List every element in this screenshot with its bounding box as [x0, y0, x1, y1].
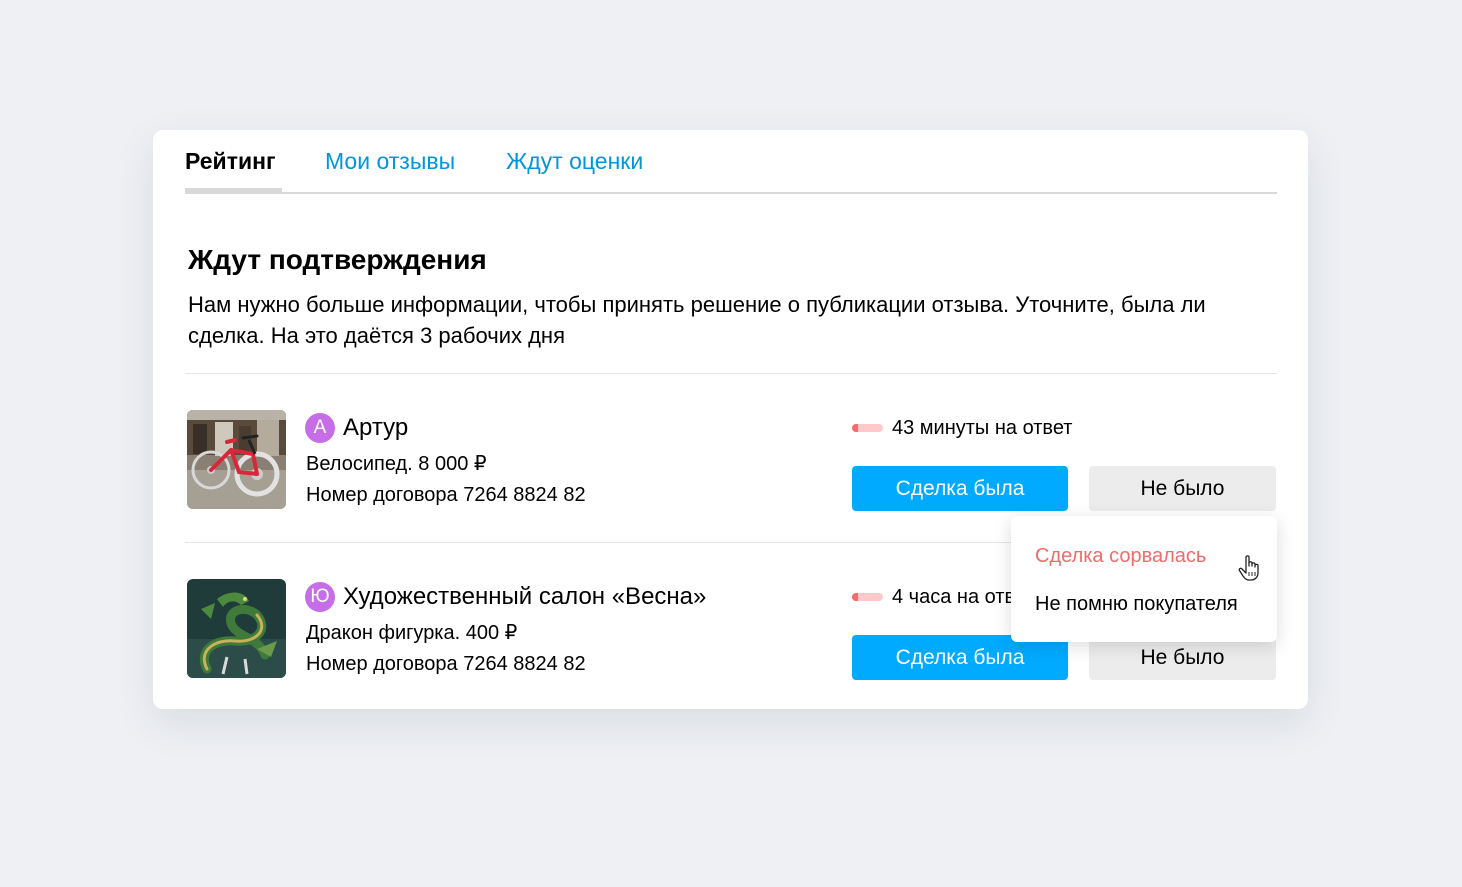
time-left-text: 43 минуты на ответ [892, 417, 1073, 439]
item-title-price: Дракон фигурка. 400 ₽ [306, 622, 518, 644]
contract-number: Номер договора 7264 8824 82 [306, 653, 586, 675]
reviews-card: Рейтинг Мои отзывы Ждут оценки Ждут подт… [153, 130, 1308, 709]
tab-my-reviews[interactable]: Мои отзывы [325, 148, 455, 174]
seller-name[interactable]: Художественный салон «Весна» [343, 582, 706, 612]
bicycle-image[interactable] [187, 410, 286, 509]
time-left-bar [852, 593, 883, 601]
deal-row: А Артур Велосипед. 8 000 ₽ Номер договор… [153, 410, 1308, 511]
seller-name[interactable]: Артур [343, 413, 408, 443]
section-title: Ждут подтверждения [188, 244, 487, 275]
time-left-fill [852, 593, 859, 601]
time-left-fill [852, 424, 859, 432]
active-tab-indicator [185, 188, 282, 192]
deal-not-happened-button[interactable]: Не было [1089, 466, 1276, 511]
tab-rating[interactable]: Рейтинг [185, 148, 276, 174]
seller-avatar: А [305, 413, 335, 443]
not-happened-menu: Сделка сорвалась Не помню покупателя [1011, 516, 1277, 642]
hand-pointer-cursor-icon [1238, 555, 1259, 581]
menu-item-deal-failed[interactable]: Сделка сорвалась [1035, 543, 1206, 569]
seller-avatar: Ю [305, 582, 335, 612]
contract-number: Номер договора 7264 8824 82 [306, 484, 586, 506]
deal-confirmed-button[interactable]: Сделка была [852, 466, 1068, 511]
menu-item-dont-remember-buyer[interactable]: Не помню покупателя [1035, 591, 1238, 617]
item-title-price: Велосипед. 8 000 ₽ [306, 453, 487, 475]
time-left-bar [852, 424, 883, 432]
section-description: Нам нужно больше информации, чтобы приня… [188, 292, 1206, 348]
tab-bar: Рейтинг Мои отзывы Ждут оценки [185, 130, 1277, 194]
tab-awaiting-rating[interactable]: Ждут оценки [506, 148, 643, 174]
divider [185, 373, 1277, 374]
dragon-figurine-image[interactable] [187, 579, 286, 678]
